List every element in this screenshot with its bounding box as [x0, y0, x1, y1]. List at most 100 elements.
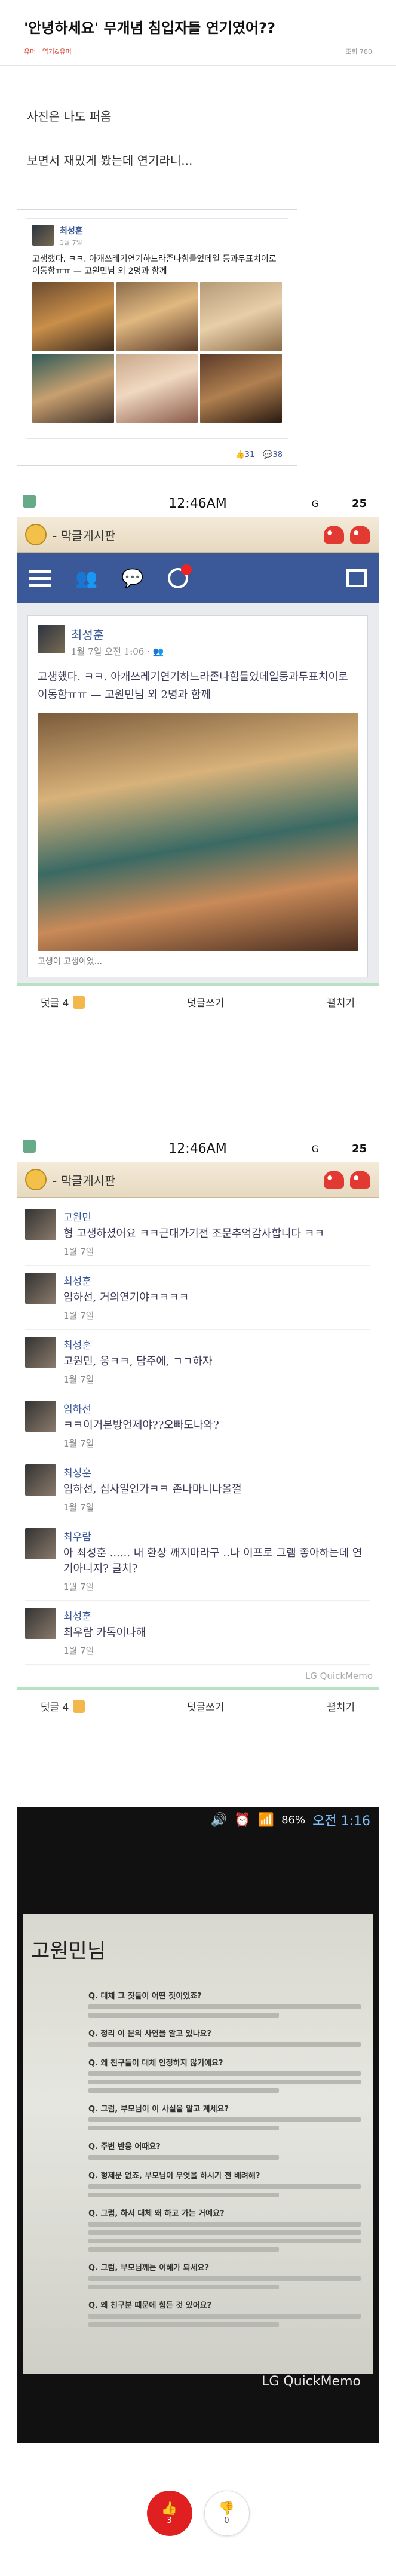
comment-text: 고원민, 웅ㅋㅋ, 담주에, ㄱㄱ하자	[63, 1355, 213, 1368]
board-bar: - 막글게시판	[17, 517, 379, 553]
thumb-icon	[72, 1699, 85, 1713]
comment-text: ㅋㅋ이거본방언제야??오빠도나와?	[63, 1419, 219, 1432]
downvote-button[interactable]: 👎 0	[204, 2491, 250, 2536]
photo[interactable]	[32, 354, 114, 423]
post-author[interactable]: 최성훈	[71, 625, 164, 643]
comment-text: 형 고생하셨어요 ㅋㅋ근대가기전 조문추억감사합니다 ㅋㅋ	[63, 1227, 324, 1240]
photo[interactable]	[116, 354, 198, 423]
network-indicator: G	[311, 1143, 319, 1155]
category-link[interactable]: 유머 · 엽기&유머	[24, 47, 72, 56]
post-author[interactable]: 최성훈	[60, 225, 83, 237]
answer-line	[88, 2126, 280, 2130]
article-body: 사진은 나도 퍼옴 보면서 재밌게 봤는데 연기라니...	[0, 66, 396, 170]
comment-avatar	[25, 1209, 56, 1240]
page: '안녕하세요' 무개념 침입자들 연기였어?? 유머 · 엽기&유머 조회 78…	[0, 0, 396, 2576]
comment-author[interactable]: 임하선	[63, 1401, 219, 1416]
comment-author[interactable]: 최성훈	[63, 1608, 146, 1623]
friends-icon[interactable]: 👥	[75, 568, 97, 589]
messages-icon[interactable]: 💬	[121, 568, 143, 589]
upvote-button[interactable]: 👍 3	[146, 2491, 192, 2536]
question: Q. 형제분 없죠, 부모님이 무엇을 하시기 전 배려해?	[88, 2172, 260, 2181]
like-count[interactable]: 👍31	[235, 450, 255, 459]
notifications-icon[interactable]	[167, 564, 192, 588]
question: Q. 왜 친구들이 대체 인정하지 않기에요?	[88, 2059, 223, 2068]
comment-date: 1월 7일	[63, 1310, 94, 1321]
comment-text: 임하선, 거의연기야ㅋㅋㅋㅋ	[63, 1291, 189, 1304]
upvote-count: 3	[167, 2516, 172, 2525]
status-number: 25	[351, 497, 367, 510]
post-wrapper: 최성훈 1월 7일 오전 1:06 · 👥 고생했다. ㅋㅋ. 아개쓰레기연기하…	[17, 603, 379, 983]
memo-bottom-bar: 덧글 4 덧글쓰기 펼치기	[17, 983, 379, 1018]
answer-line	[88, 2230, 361, 2235]
volume-icon: 🔊	[210, 1812, 228, 1828]
notification-badge	[180, 564, 192, 575]
comment-count-label: 덧글 4	[41, 1702, 69, 1714]
photo[interactable]	[200, 282, 282, 351]
post-text: 고생했다. ㅋㅋ. 아개쓰레기연기하느라존나힘들었데일등과두표치이로 이동함ㅠㅠ…	[38, 671, 348, 701]
mushroom-icon[interactable]	[324, 1171, 344, 1189]
body-paragraph-1: 사진은 나도 퍼옴	[27, 109, 112, 124]
photo[interactable]	[32, 282, 114, 351]
wifi-icon: 📶	[257, 1812, 275, 1828]
mushroom-icon[interactable]	[350, 1171, 370, 1189]
comment-count-button[interactable]: 덧글 4	[41, 1699, 85, 1714]
notification-icon	[23, 1140, 36, 1153]
post-time: 1월 7일 오전 1:06 · 👥	[71, 646, 164, 657]
comment-author[interactable]: 최우람	[63, 1528, 370, 1543]
answer-line	[88, 2222, 361, 2227]
comment-author[interactable]: 최성훈	[63, 1464, 242, 1479]
comment-author[interactable]: 최성훈	[63, 1337, 213, 1352]
phone-screenshot-1: 12:46AM G 25 - 막글게시판 👥 💬 최성훈 1월 7일 오전 1:…	[17, 490, 379, 1087]
facebook-post-card: 최성훈 1월 7일 고생했다. ㅋㅋ. 아개쓰레기연기하느라존나힘들었데일 등과…	[17, 209, 297, 466]
comment-item: 최성훈 임하선, 십사일인가ㅋㅋ 존나마니나올껄 1월 7일	[25, 1457, 370, 1521]
write-comment-button[interactable]: 덧글쓰기	[187, 994, 225, 1009]
photo[interactable]	[200, 354, 282, 423]
comment-author[interactable]: 고원민	[63, 1209, 324, 1224]
answer-line	[88, 2117, 361, 2122]
menu-icon[interactable]	[29, 570, 51, 587]
question: Q. 주변 반응 어때요?	[88, 2142, 161, 2151]
comment-count[interactable]: 💬38	[263, 450, 283, 459]
quickmemo-label: LG QuickMemo	[305, 1671, 373, 1681]
body-paragraph-2: 보면서 재밌게 봤는데 연기라니...	[27, 153, 193, 168]
comment-date: 1월 7일	[63, 1374, 94, 1385]
write-comment-button[interactable]: 덧글쓰기	[187, 1699, 225, 1714]
comment-list: 고원민형 고생하셨어요 ㅋㅋ근대가기전 조문추억감사합니다 ㅋㅋ 1월 7일 최성…	[17, 1198, 379, 1668]
mushroom-icon[interactable]	[350, 526, 370, 544]
comment-author[interactable]: 최성훈	[63, 1273, 189, 1288]
board-logo-icon[interactable]	[25, 1169, 47, 1190]
post-photo[interactable]	[38, 713, 358, 951]
status-number: 25	[351, 1142, 367, 1155]
status-time: 12:46AM	[168, 496, 227, 511]
answer-line	[88, 2322, 280, 2327]
view-count: 조회 780	[345, 48, 372, 56]
answer-line	[88, 2193, 280, 2197]
downvote-count: 0	[224, 2516, 229, 2525]
comment-date: 1월 7일	[63, 1502, 94, 1513]
vote-buttons: 👍 3 👎 0	[0, 2491, 396, 2536]
answer-line	[88, 2004, 361, 2009]
board-title: - 막글게시판	[53, 528, 116, 543]
avatar	[32, 225, 54, 246]
question: Q. 그럼, 하서 대체 왜 하고 가는 거예요?	[88, 2209, 225, 2218]
mushroom-icon[interactable]	[324, 526, 344, 544]
status-time: 12:46AM	[168, 1141, 227, 1156]
question: Q. 왜 친구분 때문에 힘든 것 있어요?	[88, 2301, 212, 2310]
question: Q. 그럼, 부모님이 이 사실을 알고 계세요?	[88, 2105, 229, 2114]
comment-count-button[interactable]: 덧글 4	[41, 994, 85, 1009]
board-logo-icon[interactable]	[25, 524, 47, 545]
expand-button[interactable]: 펼치기	[327, 994, 355, 1009]
answer-line	[88, 2184, 361, 2189]
comment-icon: 💬	[263, 450, 273, 459]
comment-avatar	[25, 1337, 56, 1368]
comment-date: 1월 7일	[63, 1438, 94, 1449]
comment-avatar	[25, 1273, 56, 1304]
board-bar: - 막글게시판	[17, 1162, 379, 1198]
status-bar: 12:46AM G 25	[17, 1135, 379, 1162]
expand-button[interactable]: 펼치기	[327, 1699, 355, 1714]
photo[interactable]	[116, 282, 198, 351]
share-icon[interactable]	[346, 569, 367, 587]
comment-item: 최성훈고원민, 웅ㅋㅋ, 담주에, ㄱㄱ하자 1월 7일	[25, 1330, 370, 1393]
answer-line	[88, 2013, 280, 2018]
board-title: - 막글게시판	[53, 1173, 116, 1188]
